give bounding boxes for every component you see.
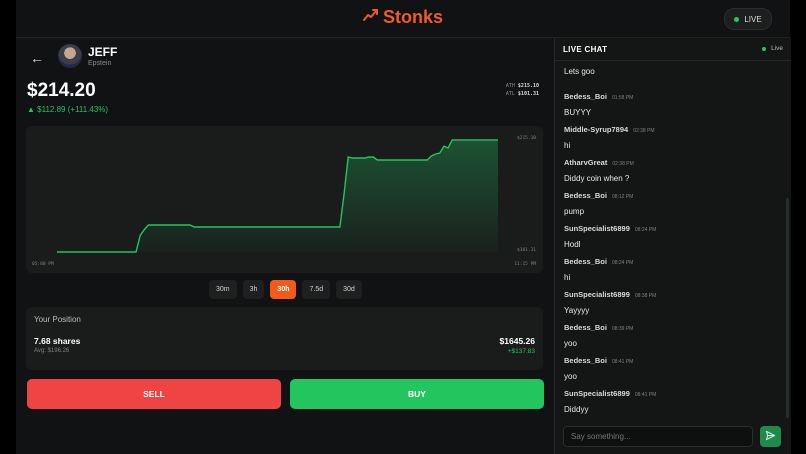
stock-price: $214.20 bbox=[27, 80, 96, 101]
chat-text: pump bbox=[564, 207, 585, 216]
chat-text: yoo bbox=[564, 339, 577, 348]
back-arrow-icon[interactable]: ← bbox=[30, 50, 44, 66]
chat-username[interactable]: Bedess_Boi bbox=[564, 356, 607, 365]
price-area bbox=[57, 139, 498, 252]
chat-message: AtharvGreat 02:38 PM Diddy coin when ? bbox=[564, 152, 634, 183]
chat-text: hi bbox=[564, 141, 571, 150]
chat-message: SunSpecialist6899 08:41 PM Diddyy bbox=[564, 383, 656, 414]
chat-text: yoo bbox=[564, 372, 577, 381]
stock-name: Epstein bbox=[88, 60, 112, 67]
chat-message: Bedess_Boi 08:12 PM pump bbox=[564, 185, 633, 216]
range-button-30d[interactable]: 30d bbox=[336, 280, 362, 299]
chat-text: BUYYY bbox=[564, 108, 592, 117]
chat-message: SunSpecialist6899 08:38 PM Yayyyy bbox=[564, 284, 656, 315]
price-change: ▲ $112.89 (+111.43%) bbox=[27, 105, 109, 114]
chat-timestamp: 08:41 PM bbox=[634, 392, 657, 398]
position-value: $1645.26 bbox=[499, 336, 535, 346]
chat-username[interactable]: Bedess_Boi bbox=[564, 323, 607, 332]
chat-timestamp: 02:38 PM bbox=[612, 161, 634, 167]
range-button-30h[interactable]: 30h bbox=[270, 280, 297, 299]
sell-button[interactable]: SELL bbox=[27, 379, 281, 409]
chat-timestamp: 08:12 PM bbox=[611, 194, 634, 200]
position-shares: 7.68 shares bbox=[34, 336, 81, 346]
chat-timestamp: 08:39 PM bbox=[611, 326, 634, 332]
live-dot-icon bbox=[734, 16, 740, 22]
send-button[interactable] bbox=[760, 426, 781, 447]
live-chat-panel: LIVE CHAT Live Lets goo Bedess_Boi 01:58 P… bbox=[554, 38, 791, 454]
position-card: Your Position 7.68 shares Avg: $196.26 $… bbox=[26, 307, 543, 370]
chat-timestamp: 02:38 PM bbox=[633, 128, 655, 134]
chat-username[interactable]: Bedess_Boi bbox=[564, 191, 607, 200]
y-tick-label: $101.31 bbox=[517, 247, 536, 253]
brand-name: Stonks bbox=[383, 7, 444, 27]
chat-timestamp: 08:38 PM bbox=[634, 293, 657, 299]
price-chart-svg: $215.10 $101.31 05:00 PM 11:15 PM bbox=[32, 135, 536, 267]
chat-text: Hodl bbox=[564, 240, 581, 249]
app-frame: Stonks LIVE ← JEFF Epstein $214.20 ▲ $11… bbox=[16, 0, 791, 454]
position-gain: +$137.83 bbox=[507, 348, 535, 355]
chat-username[interactable]: Bedess_Boi bbox=[564, 92, 607, 101]
chat-message: Lets goo bbox=[564, 67, 595, 76]
chat-text: Yayyyy bbox=[564, 306, 590, 315]
x-tick-label: 11:15 PM bbox=[514, 261, 536, 267]
x-tick-label: 05:00 PM bbox=[32, 261, 54, 267]
chat-username[interactable]: SunSpecialist6899 bbox=[564, 389, 630, 398]
ath-value: $215.10 bbox=[517, 83, 539, 89]
atl-value: $101.31 bbox=[517, 91, 539, 97]
live-dot-icon bbox=[762, 46, 767, 51]
ath-label: ATH bbox=[505, 83, 515, 89]
chat-text: Diddy coin when ? bbox=[564, 174, 630, 183]
top-bar: Stonks LIVE bbox=[16, 0, 790, 38]
chat-message: SunSpecialist6899 08:24 PM Hodl bbox=[564, 218, 656, 249]
y-tick-label: $215.10 bbox=[517, 135, 536, 141]
chat-live-indicator: Live bbox=[762, 45, 783, 52]
chat-timestamp: 08:41 PM bbox=[611, 359, 634, 365]
chat-scrollbar[interactable] bbox=[786, 198, 789, 418]
chat-timestamp: 08:24 PM bbox=[611, 260, 634, 266]
chat-title: LIVE CHAT bbox=[563, 45, 608, 54]
chat-message: Bedess_Boi 01:58 PM BUYYY bbox=[564, 86, 633, 117]
range-button-30m[interactable]: 30m bbox=[209, 280, 237, 299]
range-button-3h[interactable]: 3h bbox=[242, 280, 265, 299]
price-chart: $215.10 $101.31 05:00 PM 11:15 PM bbox=[26, 126, 543, 273]
stock-panel: ← JEFF Epstein $214.20 ▲ $112.89 (+111.4… bbox=[16, 38, 554, 454]
position-avg-cost: Avg: $196.26 bbox=[34, 348, 70, 354]
chat-text: Lets goo bbox=[564, 67, 595, 76]
stock-ticker: JEFF bbox=[88, 45, 118, 59]
chat-input[interactable] bbox=[563, 426, 753, 447]
buy-button[interactable]: BUY bbox=[290, 379, 544, 409]
chat-username[interactable]: SunSpecialist6899 bbox=[564, 224, 630, 233]
chat-messages[interactable]: Lets goo Bedess_Boi 01:58 PM BUYYY Middle-Sy… bbox=[555, 61, 791, 417]
trend-up-icon bbox=[363, 8, 379, 27]
chat-timestamp: 01:58 PM bbox=[611, 95, 634, 101]
chat-username[interactable]: Bedess_Boi bbox=[564, 257, 607, 266]
chat-text: hi bbox=[564, 273, 571, 282]
chat-username[interactable]: AtharvGreat bbox=[564, 158, 607, 167]
chat-message: Middle-Syrup7894 02:38 PM hi bbox=[564, 119, 655, 150]
avatar bbox=[58, 44, 82, 68]
chat-message: Bedess_Boi 08:24 PM hi bbox=[564, 251, 633, 282]
logo[interactable]: Stonks bbox=[363, 7, 443, 28]
chat-username[interactable]: Middle-Syrup7894 bbox=[564, 125, 628, 134]
chat-text: Diddyy bbox=[564, 405, 589, 414]
chat-header: LIVE CHAT Live bbox=[555, 38, 791, 61]
send-icon bbox=[765, 428, 776, 446]
live-label: LIVE bbox=[744, 14, 762, 24]
chat-live-label: Live bbox=[771, 45, 783, 52]
chat-username[interactable]: SunSpecialist6899 bbox=[564, 290, 630, 299]
ath-atl-stats: ATH $215.10 ATL $101.31 bbox=[506, 82, 539, 98]
atl-label: ATL bbox=[505, 91, 515, 97]
chat-timestamp: 08:24 PM bbox=[634, 227, 657, 233]
chat-message: Bedess_Boi 08:39 PM yoo bbox=[564, 317, 633, 348]
range-button-7-5d[interactable]: 7.5d bbox=[302, 280, 331, 299]
chat-message: Bedess_Boi 08:41 PM yoo bbox=[564, 350, 633, 381]
position-title: Your Position bbox=[34, 315, 81, 324]
live-status-badge: LIVE bbox=[724, 8, 772, 30]
time-range-selector: 30m 3h 30h 7.5d 30d bbox=[209, 280, 362, 299]
